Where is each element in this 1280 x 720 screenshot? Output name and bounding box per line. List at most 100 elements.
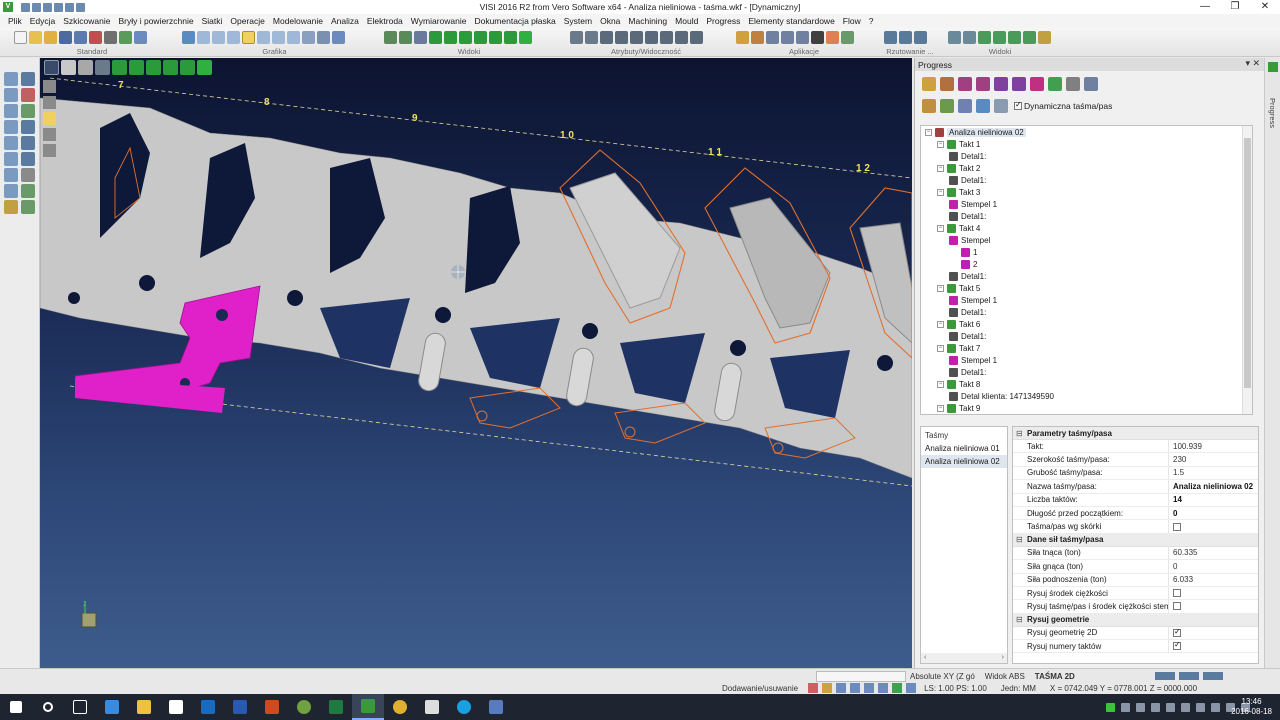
taskbar-visi[interactable]: [352, 694, 384, 720]
image-icon[interactable]: [826, 31, 839, 44]
taskbar-excel[interactable]: [320, 694, 352, 720]
tree-node-stempel[interactable]: Stempel 1: [949, 354, 997, 366]
property-checkbox[interactable]: [1173, 522, 1181, 531]
punch-icon[interactable]: [1048, 77, 1062, 91]
view-icon[interactable]: [61, 60, 76, 75]
visibility-icon[interactable]: [690, 31, 703, 44]
zoom-icon[interactable]: [399, 31, 412, 44]
menu-progress[interactable]: Progress: [702, 16, 744, 26]
tool-icon[interactable]: [21, 200, 35, 214]
cube-view-icon[interactable]: [146, 60, 161, 75]
taskbar-clock[interactable]: 13:46 2016-08-18: [1231, 697, 1272, 717]
layer-tool-icon[interactable]: [43, 96, 56, 109]
cube-view-icon[interactable]: [474, 31, 487, 44]
application-icon[interactable]: [781, 31, 794, 44]
coord-mode[interactable]: Absolute XY (Z gó: [910, 672, 975, 681]
menu-modelowanie[interactable]: Modelowanie: [269, 16, 327, 26]
menu-wymiarowanie[interactable]: Wymiarowanie: [407, 16, 471, 26]
strip-icon[interactable]: [922, 77, 936, 91]
tree-expander-icon[interactable]: −: [925, 128, 932, 136]
tree-node-detal[interactable]: Detal klienta: 1471349590: [949, 390, 1054, 402]
cube-view-icon[interactable]: [459, 31, 472, 44]
layer-icon[interactable]: [257, 31, 270, 44]
taskbar-app-2[interactable]: [480, 694, 512, 720]
cube-view-icon[interactable]: [444, 31, 457, 44]
tool-icon[interactable]: [21, 104, 35, 118]
menu-machining[interactable]: Machining: [624, 16, 671, 26]
property-checkbox[interactable]: [1173, 640, 1181, 651]
strip-tree[interactable]: − Analiza nieliniowa 02− Takt 1 Detal1: − Tak…: [920, 125, 1253, 415]
layout-icon[interactable]: [958, 99, 972, 113]
tree-node-detal[interactable]: Detal1:: [949, 150, 986, 162]
property-checkbox[interactable]: [1173, 602, 1181, 611]
tree-expander-icon[interactable]: −: [937, 140, 944, 148]
tree-node-root[interactable]: − Analiza nieliniowa 02: [925, 126, 1026, 138]
cube-view-icon[interactable]: [429, 31, 442, 44]
zoom-icon[interactable]: [384, 31, 397, 44]
view-box-icon[interactable]: [197, 31, 210, 44]
taskbar-outlook[interactable]: [192, 694, 224, 720]
strip-mode[interactable]: TAŚMA 2D: [1035, 672, 1075, 681]
visibility-icon[interactable]: [630, 31, 643, 44]
view-box-icon[interactable]: [212, 31, 225, 44]
layer-icon[interactable]: [317, 31, 330, 44]
bluetooth-icon[interactable]: [1166, 702, 1175, 712]
strips-list-scrollbar[interactable]: ‹ ›: [921, 653, 1007, 663]
window-icon[interactable]: [332, 31, 345, 44]
property-value[interactable]: [1168, 626, 1258, 640]
visibility-icon[interactable]: [645, 31, 658, 44]
tree-node-takt[interactable]: − Takt 4: [937, 222, 980, 234]
projection-icon[interactable]: [884, 31, 897, 44]
tree-node-detal[interactable]: Detal1:: [949, 330, 986, 342]
cube-view-icon[interactable]: [180, 60, 195, 75]
battery-icon[interactable]: [1196, 702, 1205, 712]
punch-icon[interactable]: [1012, 77, 1026, 91]
save-as-icon[interactable]: [74, 31, 87, 44]
property-value[interactable]: 100.939: [1168, 440, 1258, 453]
tree-expander-icon[interactable]: −: [937, 404, 944, 412]
menu-icon[interactable]: [44, 60, 59, 75]
property-value[interactable]: Analiza nieliniowa 02: [1168, 480, 1258, 493]
application-icon[interactable]: [766, 31, 779, 44]
3d-viewport[interactable]: 7 8 9 1 0 1 1 1 2 Z: [40, 58, 912, 668]
open-file-icon[interactable]: [32, 2, 41, 12]
taskbar-calculator[interactable]: [416, 694, 448, 720]
maximize-button[interactable]: ❐: [1220, 0, 1250, 14]
new-file-icon[interactable]: [21, 2, 30, 12]
punch-icon[interactable]: [994, 77, 1008, 91]
side-dock-label[interactable]: Progress: [1268, 98, 1277, 128]
folder-icon[interactable]: [44, 31, 57, 44]
scroll-left-icon[interactable]: ‹: [924, 653, 926, 663]
strip-icon[interactable]: [940, 77, 954, 91]
property-checkbox[interactable]: [1173, 627, 1181, 637]
cube-view-icon[interactable]: [504, 31, 517, 44]
property-value[interactable]: [1168, 586, 1258, 600]
menu-system[interactable]: System: [560, 16, 596, 26]
tree-node-takt[interactable]: − Takt 8: [937, 378, 980, 390]
tree-node-stempel[interactable]: Stempel 1: [949, 294, 997, 306]
view-icon[interactable]: [78, 60, 93, 75]
layer-tool-icon[interactable]: [43, 144, 56, 157]
menu-siatki[interactable]: Siatki: [198, 16, 227, 26]
scroll-right-icon[interactable]: ›: [1002, 653, 1004, 663]
tree-expander-icon[interactable]: −: [937, 380, 944, 388]
menu-okna[interactable]: Okna: [596, 16, 624, 26]
property-value[interactable]: 0: [1168, 560, 1258, 573]
layer-icon[interactable]: [272, 31, 285, 44]
print-icon[interactable]: [54, 2, 63, 12]
tree-node-takt[interactable]: − Takt 2: [937, 162, 980, 174]
cube-view-icon[interactable]: [489, 31, 502, 44]
visibility-icon[interactable]: [615, 31, 628, 44]
tool-icon[interactable]: [4, 88, 18, 102]
tool-icon[interactable]: [21, 88, 35, 102]
panel-controls[interactable]: ▾ ✕: [1245, 58, 1260, 69]
taskbar-chrome[interactable]: [384, 694, 416, 720]
tree-node-takt[interactable]: − Takt 6: [937, 318, 980, 330]
help-icon[interactable]: [850, 683, 861, 693]
tree-node-takt[interactable]: − Takt 9: [937, 402, 980, 414]
view-icon[interactable]: [1038, 31, 1051, 44]
taskbar-app[interactable]: [288, 694, 320, 720]
save-icon[interactable]: [59, 31, 72, 44]
menu-flow[interactable]: Flow: [839, 16, 865, 26]
layer-icon[interactable]: [287, 31, 300, 44]
